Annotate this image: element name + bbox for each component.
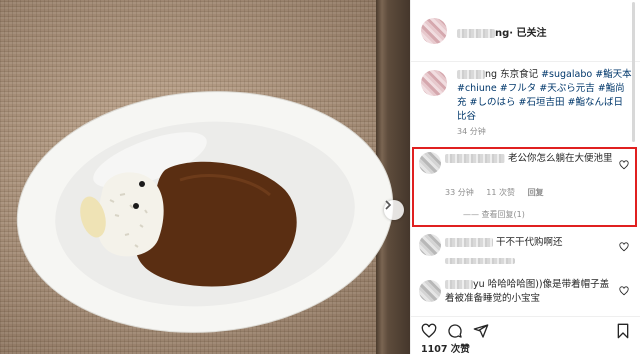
caption-hashtags-3[interactable]: 充 #しのはら #石垣吉田 #鮨なんば日 xyxy=(457,97,623,108)
bookmark-icon[interactable] xyxy=(615,323,631,339)
comment-1-body: 老公你怎么躺在大便池里 xyxy=(445,152,613,166)
heart-icon[interactable] xyxy=(421,323,437,339)
comment-1-meta: 33 分钟 11 次赞 回复 xyxy=(445,187,554,198)
comment-3-avatar[interactable] xyxy=(419,280,441,302)
comment-3-body: yu 哈哈哈哈图))像是带着帽子盖着被准备睡觉的小宝宝 xyxy=(445,278,613,306)
caption-hashtags-4[interactable]: 比谷 xyxy=(457,111,476,122)
comment-1-author-blur[interactable] xyxy=(445,154,505,163)
curry-plate-illustration xyxy=(16,91,394,333)
author-name-blur xyxy=(457,28,495,38)
comment-3-author-blur[interactable] xyxy=(445,280,473,289)
post-header: ng· 已关注 xyxy=(411,0,640,62)
heart-icon[interactable] xyxy=(619,286,629,296)
comment-2-body: 干不干代购啊还 xyxy=(445,236,613,250)
comment-1-text: 老公你怎么躺在大便池里 xyxy=(508,153,613,164)
comment-icon[interactable] xyxy=(447,323,463,339)
scrollbar[interactable] xyxy=(632,2,635,142)
caption-author-blur xyxy=(457,70,485,79)
rice-ball xyxy=(97,172,164,257)
caption-line1-prefix: ng 东京食记 xyxy=(485,69,542,80)
comment-3-name-fragment[interactable]: yu xyxy=(473,279,485,290)
comment-1-avatar[interactable] xyxy=(419,152,441,174)
heart-icon[interactable] xyxy=(619,242,629,252)
author-name-suffix[interactable]: ng xyxy=(495,28,509,39)
follow-status[interactable]: · 已关注 xyxy=(509,28,546,39)
heart-icon[interactable] xyxy=(619,160,629,170)
post-caption: ng 东京食记 #sugalabo #鮨天本 #chiune #フルタ #天ぷら… xyxy=(457,68,633,124)
comment-2-meta-blur xyxy=(445,256,525,265)
next-photo-button[interactable] xyxy=(384,200,404,220)
comment-1-likes[interactable]: 11 次赞 xyxy=(486,188,515,197)
comment-1-view-replies[interactable]: —— 查看回复(1) xyxy=(463,209,525,220)
likes-count[interactable]: 1107 次赞 xyxy=(421,341,470,355)
post-side-panel: ng· 已关注 ng 东京食记 #sugalabo #鮨天本 #chiune #… xyxy=(410,0,640,355)
post-photo xyxy=(0,0,410,354)
caption-avatar[interactable] xyxy=(421,70,447,96)
chevron-right-icon xyxy=(385,200,392,210)
caption-hashtags-2[interactable]: #chiune #フルタ #天ぷら元吉 #鮨尚 xyxy=(457,83,625,94)
caption-hashtags-1[interactable]: #sugalabo #鮨天本 xyxy=(541,69,632,80)
comment-1-reply-button[interactable]: 回复 xyxy=(528,188,544,197)
comment-2-text: 干不干代购啊还 xyxy=(496,237,563,248)
eye-right xyxy=(133,203,139,209)
action-bar xyxy=(411,316,640,341)
comment-1-time: 33 分钟 xyxy=(445,188,474,197)
eye-left xyxy=(139,181,145,187)
author-avatar[interactable] xyxy=(421,18,447,44)
caption-timestamp: 34 分钟 xyxy=(457,127,486,136)
comment-2-avatar[interactable] xyxy=(419,234,441,256)
author-line: ng· 已关注 xyxy=(457,24,547,39)
comment-2-author-blur[interactable] xyxy=(445,238,493,247)
share-icon[interactable] xyxy=(473,323,489,339)
